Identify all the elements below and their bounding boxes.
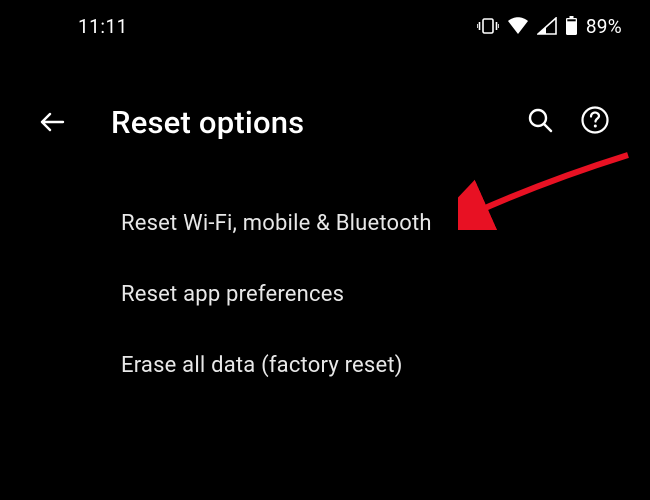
back-arrow-icon [38, 108, 66, 136]
help-icon [580, 105, 610, 135]
option-reset-app-preferences[interactable]: Reset app preferences [0, 259, 650, 330]
header: Reset options [0, 48, 650, 164]
option-erase-all-data[interactable]: Erase all data (factory reset) [0, 330, 650, 401]
options-list: Reset Wi-Fi, mobile & Bluetooth Reset ap… [0, 164, 650, 401]
search-icon [526, 106, 554, 134]
battery-percentage: 89% [586, 15, 622, 38]
help-button[interactable] [580, 105, 610, 139]
back-button[interactable] [28, 98, 76, 146]
battery-icon [565, 16, 578, 36]
signal-icon [537, 17, 557, 35]
page-title: Reset options [111, 104, 526, 141]
vibrate-icon [477, 17, 499, 35]
status-time: 11:11 [28, 15, 128, 38]
search-button[interactable] [526, 106, 554, 138]
option-reset-wifi-mobile-bluetooth[interactable]: Reset Wi-Fi, mobile & Bluetooth [0, 188, 650, 259]
status-icons: 89% [477, 15, 622, 38]
status-bar: 11:11 [0, 0, 650, 48]
wifi-icon [507, 17, 529, 35]
